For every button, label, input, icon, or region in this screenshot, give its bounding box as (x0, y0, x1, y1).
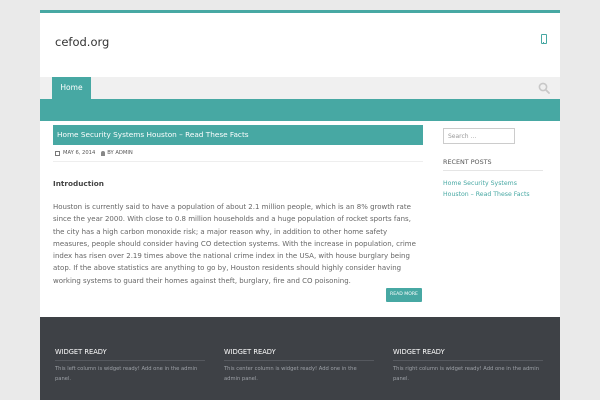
widget-text: This center column is widget ready! Add … (224, 366, 357, 382)
widget-divider (224, 360, 374, 361)
mobile-phone-icon[interactable] (541, 34, 547, 44)
recent-posts-title: RECENT POSTS (443, 158, 492, 166)
post-title[interactable]: Home Security Systems Houston – Read The… (53, 125, 423, 145)
read-more-button[interactable]: READ MORE (386, 288, 422, 302)
post-author[interactable]: BY ADMIN (107, 150, 133, 156)
site-footer: WIDGET READY This left column is widget … (40, 317, 560, 400)
search-icon[interactable] (538, 82, 550, 94)
post-date[interactable]: MAY 6, 2014 (63, 150, 95, 156)
widget-title: WIDGET READY (393, 348, 445, 356)
meta-divider (53, 161, 423, 162)
recent-posts-divider (443, 170, 543, 171)
widget-text: This right column is widget ready! Add o… (393, 366, 540, 382)
recent-post-link[interactable]: Houston – Read These Facts (443, 191, 530, 198)
calendar-icon (55, 150, 60, 156)
post-intro-heading: Introduction (53, 179, 104, 188)
site-header: cefod.org (40, 13, 560, 77)
widget-title: WIDGET READY (55, 348, 107, 356)
nav-item-home[interactable]: Home (52, 77, 91, 99)
page-wrapper: cefod.org Home Home Security Systems Hou… (40, 10, 560, 400)
widget-title: WIDGET READY (224, 348, 276, 356)
recent-post-link[interactable]: Home Security Systems (443, 180, 517, 187)
widget-divider (393, 360, 543, 361)
site-title[interactable]: cefod.org (55, 35, 109, 49)
search-input[interactable]: Search ... (443, 128, 515, 144)
main-navigation: Home (40, 77, 560, 99)
post-meta: MAY 6, 2014 BY ADMIN (55, 150, 133, 156)
post-body: Houston is currently said to have a popu… (53, 203, 416, 285)
widget-divider (55, 360, 205, 361)
user-icon (101, 150, 106, 156)
widget-text: This left column is widget ready! Add on… (55, 366, 198, 382)
teal-banner (40, 99, 560, 121)
